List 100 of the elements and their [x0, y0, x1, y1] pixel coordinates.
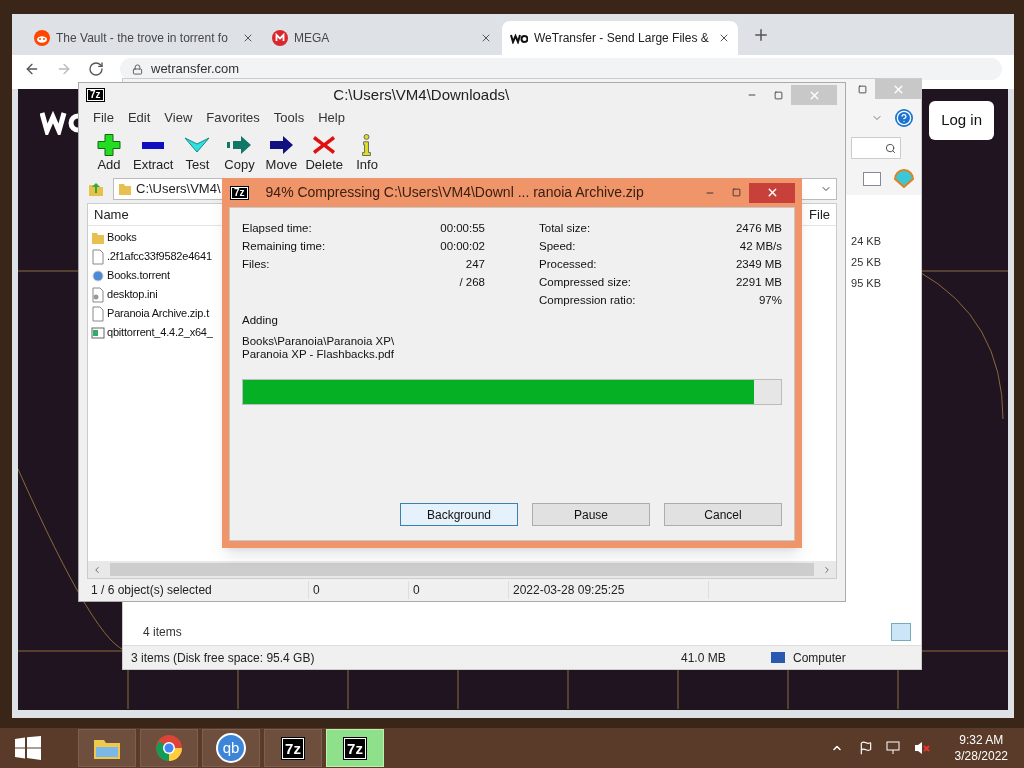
lock-icon — [132, 63, 143, 75]
close-icon[interactable] — [242, 32, 254, 44]
maximize-icon[interactable] — [731, 188, 741, 197]
horizontal-scrollbar[interactable] — [88, 561, 836, 578]
menu-item[interactable]: Edit — [127, 108, 151, 128]
close-button[interactable] — [749, 182, 795, 203]
file-name[interactable]: .2f1afcc33f9582e4641 — [107, 248, 212, 265]
m-circle-icon — [272, 30, 288, 46]
menu-item[interactable]: File — [93, 108, 114, 128]
windows-logo-icon[interactable] — [14, 736, 42, 760]
back-icon[interactable] — [24, 61, 40, 77]
taskbar-app[interactable]: 7z — [326, 729, 384, 767]
menu-item[interactable]: Help — [318, 108, 345, 128]
maximize-icon[interactable] — [857, 84, 867, 94]
details-view-icon[interactable] — [891, 623, 911, 641]
app-logo: 7z — [282, 737, 304, 759]
address-field[interactable]: wetransfer.com — [120, 58, 1002, 80]
stat-value: 00:00:55 — [440, 221, 485, 236]
stat-value: 2291 MB — [735, 275, 782, 290]
stat-value: / 268 — [459, 275, 485, 290]
current-file-path: Books\Paranoia\Paranoia XP\ — [242, 335, 396, 349]
close-icon[interactable] — [718, 32, 730, 44]
taskbar-app[interactable] — [78, 729, 136, 767]
dialog-title: 94% Compressing C:\Users\VM4\Downl ... ranoia Archive.zip — [265, 183, 645, 202]
login-button[interactable]: Log in — [929, 101, 994, 140]
menu-item[interactable]: Favorites — [206, 108, 260, 128]
action-label: Adding — [242, 313, 279, 328]
toolbar-button[interactable]: Info — [349, 133, 386, 173]
file-name[interactable]: Books.torrent — [107, 267, 170, 284]
info-icon — [362, 134, 373, 156]
maximize-icon[interactable] — [773, 90, 783, 100]
stat-label: Files: — [242, 257, 270, 272]
document-icon — [91, 305, 105, 322]
file-name[interactable]: Books — [107, 229, 137, 246]
stat-label: Total size: — [539, 221, 591, 236]
scroll-right-icon[interactable] — [822, 564, 832, 575]
dialog-button[interactable]: Pause — [532, 503, 650, 526]
file-name[interactable]: desktop.ini — [107, 286, 158, 303]
stat-label: Processed: — [539, 257, 597, 272]
taskbar-app[interactable]: qb — [202, 729, 260, 767]
check-icon — [184, 137, 211, 153]
toolbar-button[interactable]: Add — [91, 133, 127, 173]
toolbar-button[interactable]: Extract — [133, 133, 174, 173]
scroll-left-icon[interactable] — [92, 564, 102, 575]
delete-x-icon — [313, 136, 336, 154]
we-logo-icon — [510, 32, 528, 44]
status-cell: 0 — [409, 581, 509, 599]
app-logo: 7z — [344, 737, 366, 759]
toolbar-button[interactable]: Delete — [305, 133, 344, 173]
muted-speaker-icon[interactable] — [912, 740, 931, 756]
stat-label: Compression ratio: — [539, 293, 636, 308]
folder-icon — [118, 181, 132, 197]
menu-item[interactable]: Tools — [273, 108, 305, 128]
shell-icon[interactable] — [893, 169, 915, 189]
file-size: 24 KB — [851, 234, 881, 249]
status-cell: 1 / 6 object(s) selected — [87, 581, 309, 599]
alien-icon — [34, 30, 50, 46]
taskbar-app[interactable] — [140, 729, 198, 767]
menu-item[interactable]: View — [164, 108, 193, 128]
dialog-button[interactable]: Cancel — [664, 503, 782, 526]
search-field[interactable] — [851, 137, 901, 159]
toolbar-button[interactable]: Copy — [221, 133, 258, 173]
item-count: 4 items — [143, 624, 182, 641]
view-icon[interactable] — [863, 172, 881, 186]
browser-tab[interactable]: WeTransfer - Send Large Files & — [502, 21, 738, 55]
current-file-path: Paranoia XP - Flashbacks.pdf — [242, 348, 395, 362]
column-header[interactable]: Name — [94, 204, 129, 225]
file-name[interactable]: Paranoia Archive.zip.t — [107, 305, 209, 322]
folder-up-icon[interactable] — [87, 180, 105, 198]
close-icon[interactable] — [480, 32, 492, 44]
flag-icon[interactable] — [858, 741, 873, 755]
clock-time[interactable]: 9:32 AM — [959, 732, 1004, 748]
stat-value: 2349 MB — [735, 257, 782, 272]
window-title: C:\Users\VM4\Downloads\ — [332, 84, 511, 105]
column-header[interactable]: File — [809, 204, 830, 225]
help-icon[interactable] — [896, 110, 912, 126]
toolbar-button[interactable]: Move — [263, 133, 300, 173]
computer-icon — [771, 652, 785, 663]
stat-value: 2476 MB — [735, 221, 782, 236]
stat-value: 42 MB/s — [739, 239, 782, 254]
network-icon[interactable] — [884, 740, 901, 756]
toolbar-button[interactable]: Test — [179, 133, 216, 173]
browser-tab[interactable]: The Vault - the trove in torrent fo — [26, 21, 262, 55]
arrow-right-icon — [269, 136, 293, 154]
status-cell: 2022-03-28 09:25:25 — [509, 581, 709, 599]
arrow-right-icon — [227, 136, 252, 154]
app-logo: 7z — [87, 89, 104, 101]
taskbar-app[interactable]: 7z — [264, 729, 322, 767]
forward-icon[interactable] — [56, 61, 72, 77]
clock-date[interactable]: 3/28/2022 — [954, 748, 1008, 764]
file-size: 95 KB — [851, 276, 881, 291]
search-icon[interactable] — [885, 142, 896, 154]
reload-icon[interactable] — [88, 61, 104, 77]
browser-tab[interactable]: MEGA — [264, 21, 500, 55]
app-logo: 7z — [231, 186, 248, 199]
stat-value: 97% — [758, 293, 782, 308]
window-icon — [91, 324, 105, 341]
dialog-button[interactable]: Background — [400, 503, 518, 526]
document-icon — [91, 248, 105, 265]
file-name[interactable]: qbittorrent_4.4.2_x64_ — [107, 324, 213, 341]
